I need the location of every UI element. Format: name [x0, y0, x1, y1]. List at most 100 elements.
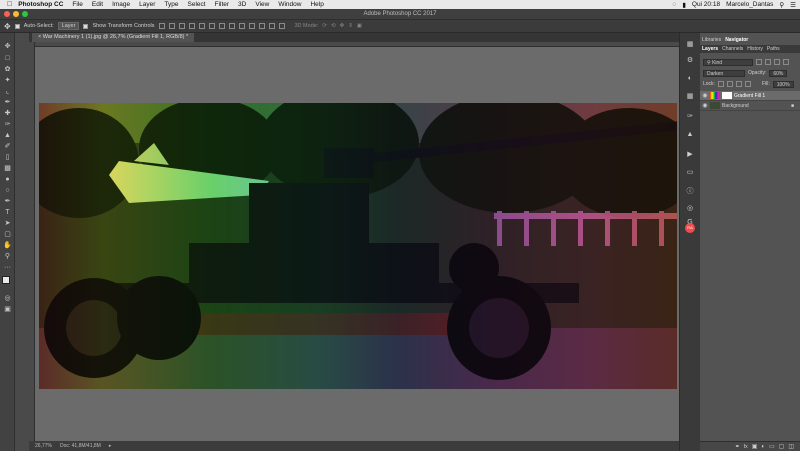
close-tab-icon[interactable]: ×	[38, 34, 41, 40]
align-top-icon[interactable]	[159, 23, 165, 29]
wifi-icon[interactable]: ◌	[672, 1, 676, 8]
distribute-center-icon[interactable]	[259, 23, 265, 29]
healing-brush-tool-icon[interactable]: ✚	[3, 110, 12, 118]
tab-channels[interactable]: Channels	[722, 45, 743, 53]
blend-mode-dropdown[interactable]: Darken	[703, 70, 745, 77]
history-panel-icon[interactable]: ▦	[686, 41, 694, 49]
pen-tool-icon[interactable]: ✒	[3, 198, 12, 206]
menu-list-icon[interactable]: ☰	[790, 1, 796, 9]
quick-mask-icon[interactable]: ◎	[3, 295, 12, 303]
clone-source-panel-icon[interactable]: ▲	[686, 131, 694, 139]
crop-tool-icon[interactable]: ⌞	[3, 88, 12, 96]
layer-style-icon[interactable]: fx	[744, 444, 748, 450]
3d-slide-icon[interactable]: ⇕	[348, 23, 353, 29]
dodge-tool-icon[interactable]: ○	[3, 187, 12, 195]
filter-pixel-icon[interactable]	[756, 59, 762, 65]
show-transform-checkbox[interactable]	[83, 24, 88, 29]
clone-stamp-tool-icon[interactable]: ▲	[3, 132, 12, 140]
3d-panel-icon[interactable]: ▭	[686, 169, 694, 177]
tab-libraries[interactable]: Libraries	[702, 36, 721, 44]
info-panel-icon[interactable]: ⓘ	[686, 188, 694, 196]
search-icon[interactable]: ⚲	[779, 1, 784, 9]
clock[interactable]: Qui 20:18	[692, 1, 720, 8]
apple-icon[interactable]: 	[7, 1, 12, 8]
hand-tool-icon[interactable]: ✋	[3, 242, 12, 250]
distribute-bottom-icon[interactable]	[239, 23, 245, 29]
menu-image[interactable]: Image	[112, 1, 130, 8]
tab-navigator[interactable]: Navigator	[725, 36, 748, 44]
swatches-panel-icon[interactable]: ▦	[686, 93, 694, 101]
foreground-color-swatch[interactable]	[2, 276, 10, 284]
properties-panel-icon[interactable]: ⚙	[686, 57, 694, 65]
status-arrow-icon[interactable]: ▸	[109, 443, 112, 449]
type-tool-icon[interactable]: T	[3, 209, 12, 217]
document-image[interactable]	[39, 103, 677, 389]
tab-layers[interactable]: Layers	[702, 45, 718, 53]
lock-position-icon[interactable]	[736, 81, 742, 87]
rectangle-tool-icon[interactable]: ▢	[3, 231, 12, 239]
menu-filter[interactable]: Filter	[215, 1, 229, 8]
battery-icon[interactable]: ▮	[682, 1, 686, 9]
menu-help[interactable]: Help	[310, 1, 323, 8]
document-info[interactable]: Doc: 41,8M/41,8M	[60, 443, 101, 449]
eye-icon[interactable]: ◉	[700, 102, 710, 109]
align-center-icon[interactable]	[199, 23, 205, 29]
menu-window[interactable]: Window	[278, 1, 301, 8]
align-left-icon[interactable]	[189, 23, 195, 29]
distribute-right-icon[interactable]	[269, 23, 275, 29]
path-select-tool-icon[interactable]: ➤	[3, 220, 12, 228]
auto-select-checkbox[interactable]	[15, 24, 20, 29]
align-middle-icon[interactable]	[169, 23, 175, 29]
zoom-level[interactable]: 26,77%	[35, 443, 52, 449]
tab-history[interactable]: History	[747, 45, 763, 53]
auto-align-icon[interactable]	[279, 23, 285, 29]
eye-icon[interactable]: ◉	[700, 92, 710, 99]
lock-image-icon[interactable]	[727, 81, 733, 87]
filter-kind-dropdown[interactable]: ⚲ Kind	[703, 59, 753, 66]
brush-tool-icon[interactable]: ✑	[3, 121, 12, 129]
menu-select[interactable]: Select	[188, 1, 206, 8]
layer-name[interactable]: Background	[722, 103, 749, 109]
app-name[interactable]: Photoshop CC	[18, 1, 63, 8]
lock-all-icon[interactable]	[745, 81, 751, 87]
gradient-tool-icon[interactable]: ▩	[3, 165, 12, 173]
link-layers-icon[interactable]: ⚭	[735, 443, 740, 450]
menu-edit[interactable]: Edit	[92, 1, 103, 8]
eyedropper-tool-icon[interactable]: ✒	[3, 99, 12, 107]
filter-type-icon[interactable]	[774, 59, 780, 65]
eraser-tool-icon[interactable]: ▯	[3, 154, 12, 162]
document-tab[interactable]: × War Machinery 1 (1).jpg @ 26,7% (Gradi…	[32, 33, 194, 42]
align-right-icon[interactable]	[209, 23, 215, 29]
actions-panel-icon[interactable]: ▶	[686, 151, 694, 159]
align-bottom-icon[interactable]	[179, 23, 185, 29]
opacity-input[interactable]: 60%	[769, 70, 787, 77]
new-group-icon[interactable]: ▭	[769, 443, 775, 450]
layer-name[interactable]: Gradient Fill 1	[734, 93, 765, 99]
filter-shape-icon[interactable]	[783, 59, 789, 65]
distribute-middle-icon[interactable]	[229, 23, 235, 29]
filter-adjustment-icon[interactable]	[765, 59, 771, 65]
auto-select-dropdown[interactable]: Layer	[58, 22, 80, 30]
new-layer-icon[interactable]: ▢	[779, 443, 785, 450]
fill-input[interactable]: 100%	[773, 81, 794, 88]
creative-cloud-avatar[interactable]: RA	[685, 223, 695, 233]
layer-row-background[interactable]: ◉ Background ■	[700, 101, 800, 111]
more-tools-icon[interactable]: ···	[3, 264, 12, 272]
marquee-tool-icon[interactable]: □	[3, 55, 12, 63]
brush-panel-icon[interactable]: ✑	[686, 113, 694, 121]
delete-layer-icon[interactable]: ◫	[788, 443, 794, 450]
layer-mask-thumbnail[interactable]	[722, 92, 732, 99]
3d-pan-icon[interactable]: ✥	[340, 23, 345, 29]
menu-layer[interactable]: Layer	[139, 1, 155, 8]
3d-scale-icon[interactable]: ▣	[357, 23, 362, 29]
menu-file[interactable]: File	[72, 1, 82, 8]
move-tool-icon[interactable]: ✥	[3, 43, 12, 51]
move-tool-icon[interactable]: ✥	[4, 22, 11, 31]
quick-select-tool-icon[interactable]: ✦	[3, 77, 12, 85]
tab-paths[interactable]: Paths	[767, 45, 780, 53]
screen-mode-icon[interactable]: ▣	[3, 306, 12, 314]
adjustments-panel-icon[interactable]: ◐	[686, 75, 694, 83]
layer-row-gradient-fill[interactable]: ◉ Gradient Fill 1	[700, 91, 800, 101]
add-mask-icon[interactable]: ▣	[752, 443, 758, 450]
lasso-tool-icon[interactable]: ✿	[3, 66, 12, 74]
